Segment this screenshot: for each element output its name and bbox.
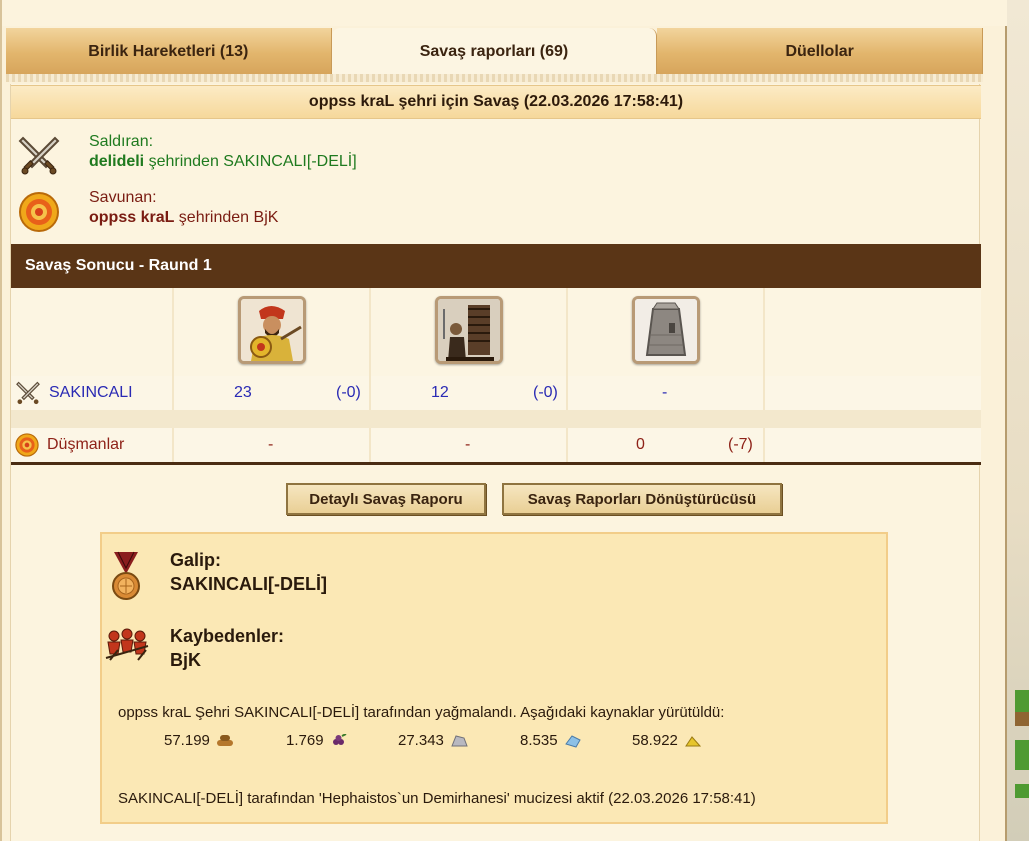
- defender-info: Savunan: oppss kraL şehrinden BjK: [15, 188, 278, 236]
- unit-count: 12: [431, 384, 449, 401]
- plunder-message: oppss kraL Şehri SAKINCALI[-DELİ] tarafı…: [118, 704, 725, 721]
- unit-loss: (-0): [533, 384, 558, 401]
- crossed-swords-icon: [18, 136, 60, 175]
- marble-icon: [451, 734, 468, 746]
- wall-unit-icon: [632, 296, 700, 364]
- unit-count: -: [662, 384, 668, 401]
- target-shield-icon: [19, 192, 59, 232]
- right-scroll-edge: [1005, 0, 1029, 841]
- tab-bar: Birlik Hareketleri (13) Savaş raporları …: [6, 28, 984, 75]
- enemy-unit-row: Düşmanlar - - 0 (-7): [11, 428, 981, 462]
- defender-city: şehrinden BjK: [174, 209, 279, 226]
- wonder-active-message: SAKINCALI[-DELİ] tarafından 'Hephaistos`…: [118, 790, 756, 807]
- resource-sulfur: 58.922: [632, 732, 702, 749]
- winner-name: SAKINCALI[-DELİ]: [170, 574, 327, 594]
- detailed-report-button[interactable]: Detaylı Savaş Raporu: [286, 483, 486, 515]
- enemies-name: Düşmanlar: [47, 436, 125, 453]
- unit-loss: (-0): [336, 384, 361, 401]
- defeated-soldiers-icon: [105, 628, 149, 661]
- tab-duels[interactable]: Düellolar: [657, 28, 984, 75]
- attacker-name[interactable]: SAKINCALI: [49, 384, 133, 402]
- hoplite-unit-icon: [238, 296, 306, 364]
- resource-wine: 1.769: [286, 732, 348, 749]
- unit-header-row: [11, 288, 981, 376]
- attacker-heading: Saldıran:: [89, 133, 154, 150]
- winner-label: Galip:: [170, 550, 222, 570]
- medal-icon: [112, 551, 140, 600]
- losers-label: Kaybedenler:: [170, 626, 285, 646]
- loser-name: BjK: [170, 650, 201, 670]
- attacker-city: şehrinden SAKINCALI[-DELİ]: [144, 153, 357, 170]
- target-shield-icon: [15, 433, 39, 457]
- tab-battle-reports[interactable]: Savaş raporları (69): [331, 28, 658, 75]
- sulfur-icon: [684, 735, 702, 746]
- attacker-player-link[interactable]: delideli: [89, 153, 144, 170]
- report-title: oppss kraL şehri için Savaş (22.03.2026 …: [11, 85, 981, 119]
- wood-icon: [216, 734, 233, 746]
- unit-loss: (-7): [728, 436, 753, 453]
- crystal-icon: [564, 734, 581, 748]
- unit-count: 0: [636, 436, 645, 453]
- resource-wood: 57.199: [164, 732, 234, 749]
- tab-unit-movements[interactable]: Birlik Hareketleri (13): [6, 28, 332, 75]
- unit-count: -: [268, 436, 274, 453]
- crossed-swords-icon: [16, 381, 40, 405]
- unit-count: -: [465, 436, 471, 453]
- unit-count: 23: [234, 384, 252, 401]
- siege-tower-unit-icon: [435, 296, 503, 364]
- battle-outcome-box: Galip: SAKINCALI[-DELİ] Kaybedenler: BjK…: [100, 532, 888, 824]
- attacker-info: Saldıran: delideli şehrinden SAKINCALI[-…: [15, 132, 357, 180]
- defender-player-link[interactable]: oppss kraL: [89, 209, 174, 226]
- resource-crystal: 8.535: [520, 732, 582, 749]
- wine-icon: [332, 733, 346, 745]
- round-title: Savaş Sonucu - Raund 1: [11, 244, 981, 288]
- resource-marble: 27.343: [398, 732, 468, 749]
- report-window: Birlik Hareketleri (13) Savaş raporları …: [0, 0, 1007, 841]
- defender-heading: Savunan:: [89, 189, 157, 206]
- attacker-unit-row: SAKINCALI 23 (-0) 12 (-0) -: [11, 376, 981, 410]
- report-converter-button[interactable]: Savaş Raporları Dönüştürücüsü: [502, 483, 782, 515]
